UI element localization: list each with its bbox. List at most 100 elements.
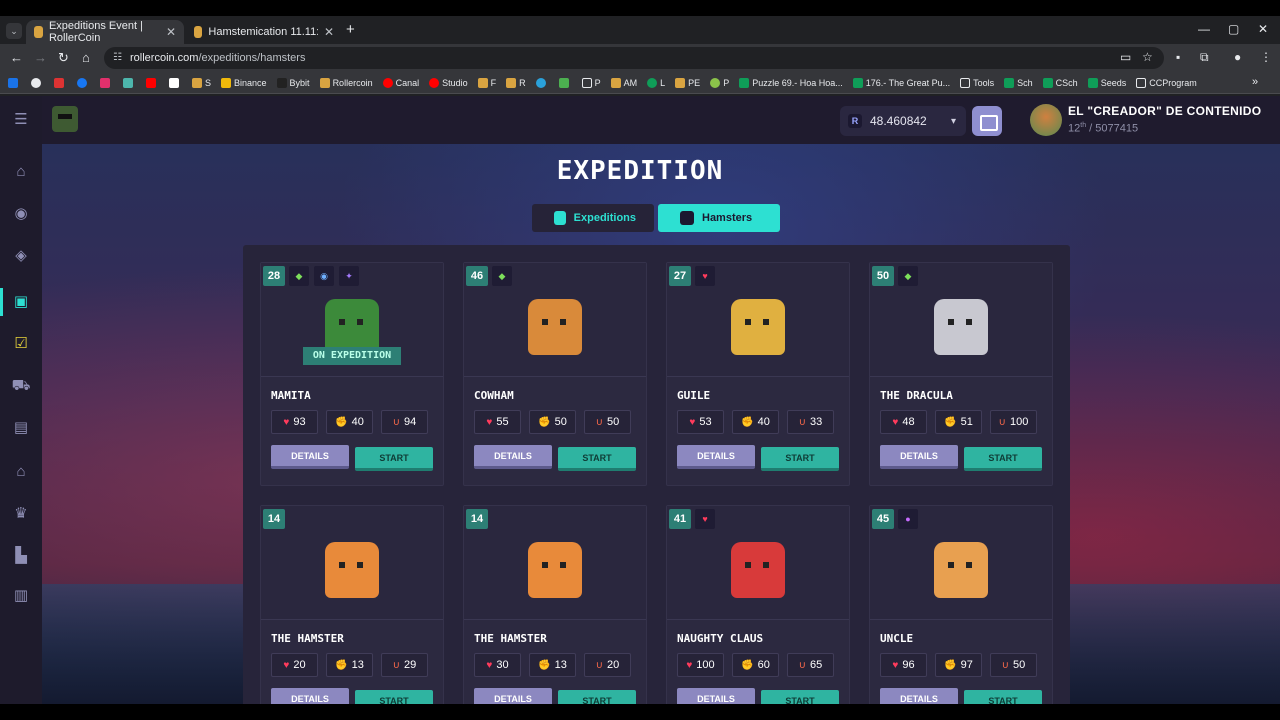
storage-icon[interactable]: ▤ bbox=[11, 418, 31, 438]
bookmark-item[interactable] bbox=[8, 77, 21, 88]
bookmark-item[interactable]: R bbox=[506, 77, 526, 88]
app-header: R 48.460842 ▾ EL "CREADOR" DE CONTENIDO … bbox=[42, 96, 1280, 144]
expeditions-icon[interactable]: ▣ bbox=[11, 292, 31, 312]
fist-icon: ✊ bbox=[538, 416, 551, 428]
details-button[interactable]: DETAILS bbox=[677, 688, 755, 704]
details-button[interactable]: DETAILS bbox=[880, 445, 958, 469]
details-button[interactable]: DETAILS bbox=[474, 445, 552, 469]
hamster-card: 14 THE HAMSTER ♥ 30 ✊ 13 ∪ 20 DETAILS START bbox=[463, 505, 647, 704]
hamster-image-area: 14 bbox=[261, 506, 443, 620]
bookmark-rollercoin[interactable]: Rollercoin bbox=[319, 77, 373, 88]
cast-icon[interactable]: ▭ bbox=[1120, 50, 1131, 64]
details-button[interactable]: DETAILS bbox=[271, 445, 349, 469]
avatar[interactable] bbox=[1030, 104, 1062, 136]
minimize-button[interactable]: — bbox=[1198, 22, 1210, 36]
heart-icon: ♥ bbox=[892, 659, 899, 671]
balance-dropdown[interactable]: R 48.460842 ▾ bbox=[840, 106, 966, 136]
bookmark-item[interactable]: P bbox=[710, 77, 729, 88]
wallet-button[interactable] bbox=[972, 106, 1002, 136]
bookmark-item[interactable]: L bbox=[647, 77, 665, 88]
game-controller-icon[interactable]: ◉ bbox=[11, 204, 31, 224]
bookmark-item[interactable]: S bbox=[192, 77, 211, 88]
bookmark-item[interactable]: AM bbox=[610, 77, 637, 88]
home-icon[interactable]: ⌂ bbox=[82, 50, 90, 65]
start-button[interactable]: START bbox=[964, 690, 1042, 704]
browser-menu-icon[interactable]: ⋮ bbox=[1260, 50, 1272, 64]
details-button[interactable]: DETAILS bbox=[271, 688, 349, 704]
bookmark-item[interactable] bbox=[31, 77, 44, 88]
menu-hamburger-icon[interactable]: ☰ bbox=[11, 110, 31, 130]
start-button[interactable]: START bbox=[964, 447, 1042, 471]
profile-icon[interactable]: ● bbox=[1234, 50, 1241, 64]
speed-stat: ∪ 65 bbox=[787, 653, 834, 677]
details-button[interactable]: DETAILS bbox=[474, 688, 552, 704]
bookmark-item[interactable] bbox=[535, 77, 549, 88]
close-window-button[interactable]: ✕ bbox=[1258, 22, 1268, 36]
bookmark-seeds[interactable]: Seeds bbox=[1087, 77, 1126, 88]
bookmark-folder-ccprogram[interactable]: CCProgram bbox=[1136, 77, 1197, 88]
address-bar[interactable]: ☷ rollercoin.com/expeditions/hamsters bbox=[104, 47, 1164, 69]
extensions-puzzle-icon[interactable]: ⧉ bbox=[1200, 50, 1209, 65]
tab-hamsters[interactable]: Hamsters bbox=[658, 204, 780, 232]
start-button[interactable]: START bbox=[355, 447, 433, 471]
hamster-image-area: 27 ♥ bbox=[667, 263, 849, 377]
extension-icon[interactable]: ▪ bbox=[1176, 50, 1180, 64]
start-button[interactable]: START bbox=[761, 447, 839, 471]
close-tab-icon[interactable]: ✕ bbox=[324, 25, 334, 39]
rollercoin-logo[interactable] bbox=[52, 106, 78, 132]
bookmarks-overflow-icon[interactable]: » bbox=[1252, 76, 1258, 88]
bookmark-176[interactable]: 176.- The Great Pu... bbox=[852, 77, 950, 88]
bookmark-csch[interactable]: CSch bbox=[1042, 77, 1078, 88]
reload-icon[interactable]: ↻ bbox=[58, 50, 69, 66]
bookmark-item[interactable] bbox=[100, 77, 113, 88]
bookmark-studio[interactable]: Studio bbox=[429, 77, 468, 88]
tasks-icon[interactable]: ☑ bbox=[11, 334, 31, 354]
screen-top-bar bbox=[0, 0, 1280, 16]
tab-search-button[interactable]: ⌄ bbox=[6, 23, 22, 39]
bookmark-puzzle-69[interactable]: Puzzle 69.- Hoa Hoa... bbox=[739, 77, 843, 88]
bookmark-star-icon[interactable]: ☆ bbox=[1142, 50, 1153, 64]
new-tab-button[interactable]: + bbox=[346, 21, 355, 38]
maximize-button[interactable]: ▢ bbox=[1228, 22, 1239, 36]
bookmark-folder[interactable]: P bbox=[581, 77, 601, 88]
red-element-badge-icon: ♥ bbox=[695, 266, 715, 286]
tab-expeditions[interactable]: Expeditions bbox=[532, 204, 654, 232]
bookmark-item[interactable] bbox=[77, 77, 90, 88]
bookmark-item[interactable] bbox=[169, 77, 182, 88]
bookmark-sch[interactable]: Sch bbox=[1004, 77, 1033, 88]
bookmark-item[interactable] bbox=[146, 77, 159, 88]
shop-icon[interactable]: ⌂ bbox=[11, 462, 31, 482]
bookmark-canal[interactable]: Canal bbox=[382, 77, 419, 88]
rollertoken-icon[interactable]: ◈ bbox=[11, 246, 31, 266]
start-button[interactable]: START bbox=[558, 690, 636, 704]
back-icon[interactable]: ← bbox=[10, 50, 23, 65]
browser-tab-expeditions[interactable]: Expeditions Event | RollerCoin ✕ bbox=[26, 20, 184, 44]
user-name[interactable]: EL "CREADOR" DE CONTENIDO bbox=[1068, 104, 1261, 118]
horseshoe-icon: ∪ bbox=[595, 416, 604, 428]
bookmark-item[interactable] bbox=[54, 77, 67, 88]
site-info-icon[interactable]: ☷ bbox=[113, 52, 125, 64]
bookmark-item[interactable]: F bbox=[477, 77, 496, 88]
close-tab-icon[interactable]: ✕ bbox=[166, 25, 176, 39]
details-button[interactable]: DETAILS bbox=[677, 445, 755, 469]
start-button[interactable]: START bbox=[558, 447, 636, 471]
start-button[interactable]: START bbox=[355, 690, 433, 704]
bookmark-item[interactable] bbox=[123, 77, 136, 88]
start-button[interactable]: START bbox=[761, 690, 839, 704]
user-rank: 12th / 5077415 bbox=[1068, 122, 1139, 135]
factory-icon[interactable]: ▙ bbox=[11, 546, 31, 566]
news-icon[interactable]: ▥ bbox=[11, 586, 31, 606]
details-button[interactable]: DETAILS bbox=[880, 688, 958, 704]
bookmark-item[interactable]: PE bbox=[675, 77, 700, 88]
forward-icon[interactable]: → bbox=[34, 50, 47, 65]
bookmark-item[interactable] bbox=[558, 77, 572, 88]
browser-tab-hamstemication[interactable]: Hamstemication 11.11: Enter Th ✕ bbox=[186, 20, 342, 44]
marketplace-cart-icon[interactable]: ⛟ bbox=[11, 376, 31, 396]
bookmark-binance[interactable]: Binance bbox=[221, 77, 267, 88]
hamster-sprite-icon bbox=[731, 542, 785, 598]
bookmark-bybit[interactable]: Bybit bbox=[276, 77, 310, 88]
hamster-name: NAUGHTY CLAUS bbox=[677, 632, 764, 645]
hamster-stats: ♥ 30 ✊ 13 ∪ 20 bbox=[474, 653, 631, 677]
bookmark-folder-tools[interactable]: Tools bbox=[960, 77, 994, 88]
trophy-icon[interactable]: ♛ bbox=[11, 504, 31, 524]
